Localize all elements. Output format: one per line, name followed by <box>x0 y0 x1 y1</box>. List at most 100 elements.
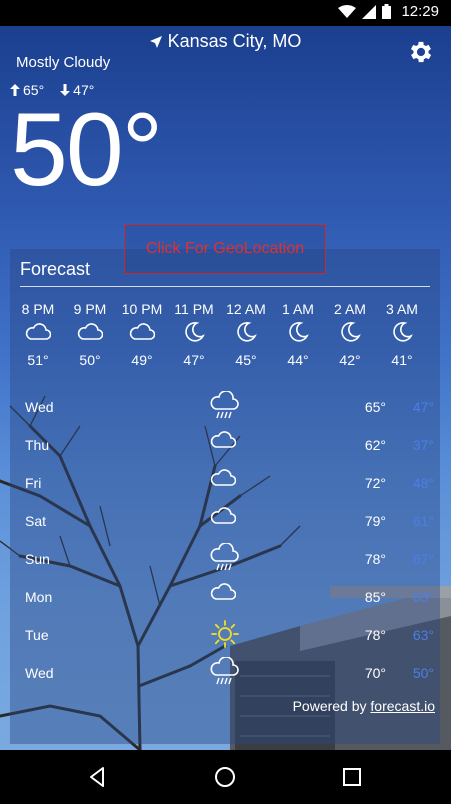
day-name: Sun <box>25 551 50 567</box>
hourly-temp: 44° <box>287 352 309 368</box>
status-bar: 12:29 <box>0 0 451 26</box>
day-name: Wed <box>25 399 54 415</box>
moon-icon <box>327 321 373 349</box>
hourly-temp: 49° <box>131 352 153 368</box>
hourly-time: 2 AM <box>334 301 366 317</box>
hourly-item: 8 PM 51° <box>15 301 61 368</box>
cloud-icon <box>15 321 61 349</box>
battery-icon <box>382 4 392 19</box>
moon-icon <box>379 321 425 349</box>
hourly-temp: 50° <box>79 352 101 368</box>
hourly-forecast[interactable]: 8 PM 51° 9 PM 50° 10 PM 49° 11 PM 47° 12 AM 45° 1 … <box>10 301 440 381</box>
geolocation-button[interactable]: Click For GeoLocation <box>124 224 326 274</box>
status-time: 12:29 <box>401 3 439 20</box>
forecast-divider <box>20 286 430 287</box>
powered-by: Powered by forecast.io <box>293 698 435 714</box>
hourly-item: 9 PM 50° <box>67 301 113 368</box>
navigation-bar <box>0 750 451 804</box>
weather-screen: Kansas City, MO Mostly Cloudy 65° 47° 50… <box>0 26 451 750</box>
day-low: 63° <box>412 589 434 605</box>
hourly-time: 4 A <box>431 301 440 319</box>
hourly-item: 10 PM 49° <box>119 301 165 368</box>
daily-row: Wed 70° 50° <box>10 655 440 693</box>
day-low: 47° <box>412 399 434 415</box>
day-name: Mon <box>25 589 53 605</box>
day-high: 78° <box>364 551 386 567</box>
hourly-item: 11 PM 47° <box>171 301 217 368</box>
hourly-time: 3 AM <box>386 301 418 317</box>
sun-icon <box>210 619 240 649</box>
location-arrow-icon <box>149 36 162 49</box>
day-high: 62° <box>364 437 386 453</box>
moon-icon <box>431 321 440 349</box>
day-low: 48° <box>412 475 434 491</box>
daily-row: Thu 62° 37° <box>10 427 440 465</box>
moon-icon <box>171 321 217 349</box>
day-high: 70° <box>364 665 386 681</box>
hourly-item: 3 AM 41° <box>379 301 425 368</box>
home-icon[interactable] <box>213 765 237 789</box>
hourly-time: 12 AM <box>226 301 266 317</box>
city-name: Kansas City, MO <box>167 31 302 51</box>
hourly-temp: 45° <box>235 352 257 368</box>
forecast-io-link[interactable]: forecast.io <box>370 698 435 714</box>
hourly-temp: 51° <box>27 352 49 368</box>
daily-row: Tue 78° 63° <box>10 617 440 655</box>
day-name: Sat <box>25 513 47 529</box>
gear-icon[interactable] <box>407 38 435 66</box>
day-low: 67° <box>412 551 434 567</box>
moon-icon <box>223 321 269 349</box>
hourly-time: 9 PM <box>73 301 107 317</box>
hourly-item: 12 AM 45° <box>223 301 269 368</box>
recents-icon[interactable] <box>340 765 364 789</box>
hourly-temp: 47° <box>183 352 205 368</box>
rain-cloud-icon <box>210 656 240 687</box>
cloud-icon <box>210 505 240 535</box>
current-temperature: 50° <box>10 92 163 208</box>
cloud-icon <box>210 429 240 459</box>
day-low: 50° <box>412 665 434 681</box>
daily-row: Fri 72° 48° <box>10 465 440 503</box>
daily-row: Sat 79° 61° <box>10 503 440 541</box>
hourly-item: 4 A 4 <box>431 301 440 368</box>
day-low: 63° <box>412 627 434 643</box>
daily-row: Sun 78° 67° <box>10 541 440 579</box>
day-high: 85° <box>364 589 386 605</box>
daily-row: Wed 65° 47° <box>10 389 440 427</box>
powered-by-prefix: Powered by <box>292 698 367 714</box>
status-icons: 12:29 <box>338 3 439 20</box>
current-condition: Mostly Cloudy <box>16 54 111 71</box>
hourly-temp: 4 <box>431 352 440 368</box>
forecast-panel: Forecast 8 PM 51° 9 PM 50° 10 PM 49° 11 PM 47° 1… <box>10 249 440 744</box>
hourly-temp: 41° <box>391 352 413 368</box>
hourly-temp: 42° <box>339 352 361 368</box>
hourly-item: 2 AM 42° <box>327 301 373 368</box>
hourly-time: 1 AM <box>282 301 314 317</box>
cloud-icon <box>210 581 240 611</box>
day-high: 72° <box>364 475 386 491</box>
day-name: Thu <box>25 437 50 453</box>
location-label[interactable]: Kansas City, MO <box>0 31 451 52</box>
hourly-time: 10 PM <box>121 301 163 317</box>
forecast-title: Forecast <box>20 259 91 279</box>
signal-icon <box>362 4 377 19</box>
rain-cloud-icon <box>210 390 240 421</box>
day-low: 61° <box>412 513 434 529</box>
rain-cloud-icon <box>210 542 240 573</box>
day-high: 78° <box>364 627 386 643</box>
wifi-icon <box>338 4 357 18</box>
day-name: Wed <box>25 665 54 681</box>
day-high: 65° <box>364 399 386 415</box>
day-name: Tue <box>25 627 49 643</box>
day-low: 37° <box>412 437 434 453</box>
day-name: Fri <box>25 475 42 491</box>
hourly-item: 1 AM 44° <box>275 301 321 368</box>
cloud-icon <box>210 467 240 497</box>
daily-row: Mon 85° 63° <box>10 579 440 617</box>
moon-icon <box>275 321 321 349</box>
hourly-time: 11 PM <box>174 301 214 317</box>
back-icon[interactable] <box>86 765 110 789</box>
hourly-time: 8 PM <box>21 301 55 317</box>
day-high: 79° <box>364 513 386 529</box>
cloud-icon <box>67 321 113 349</box>
